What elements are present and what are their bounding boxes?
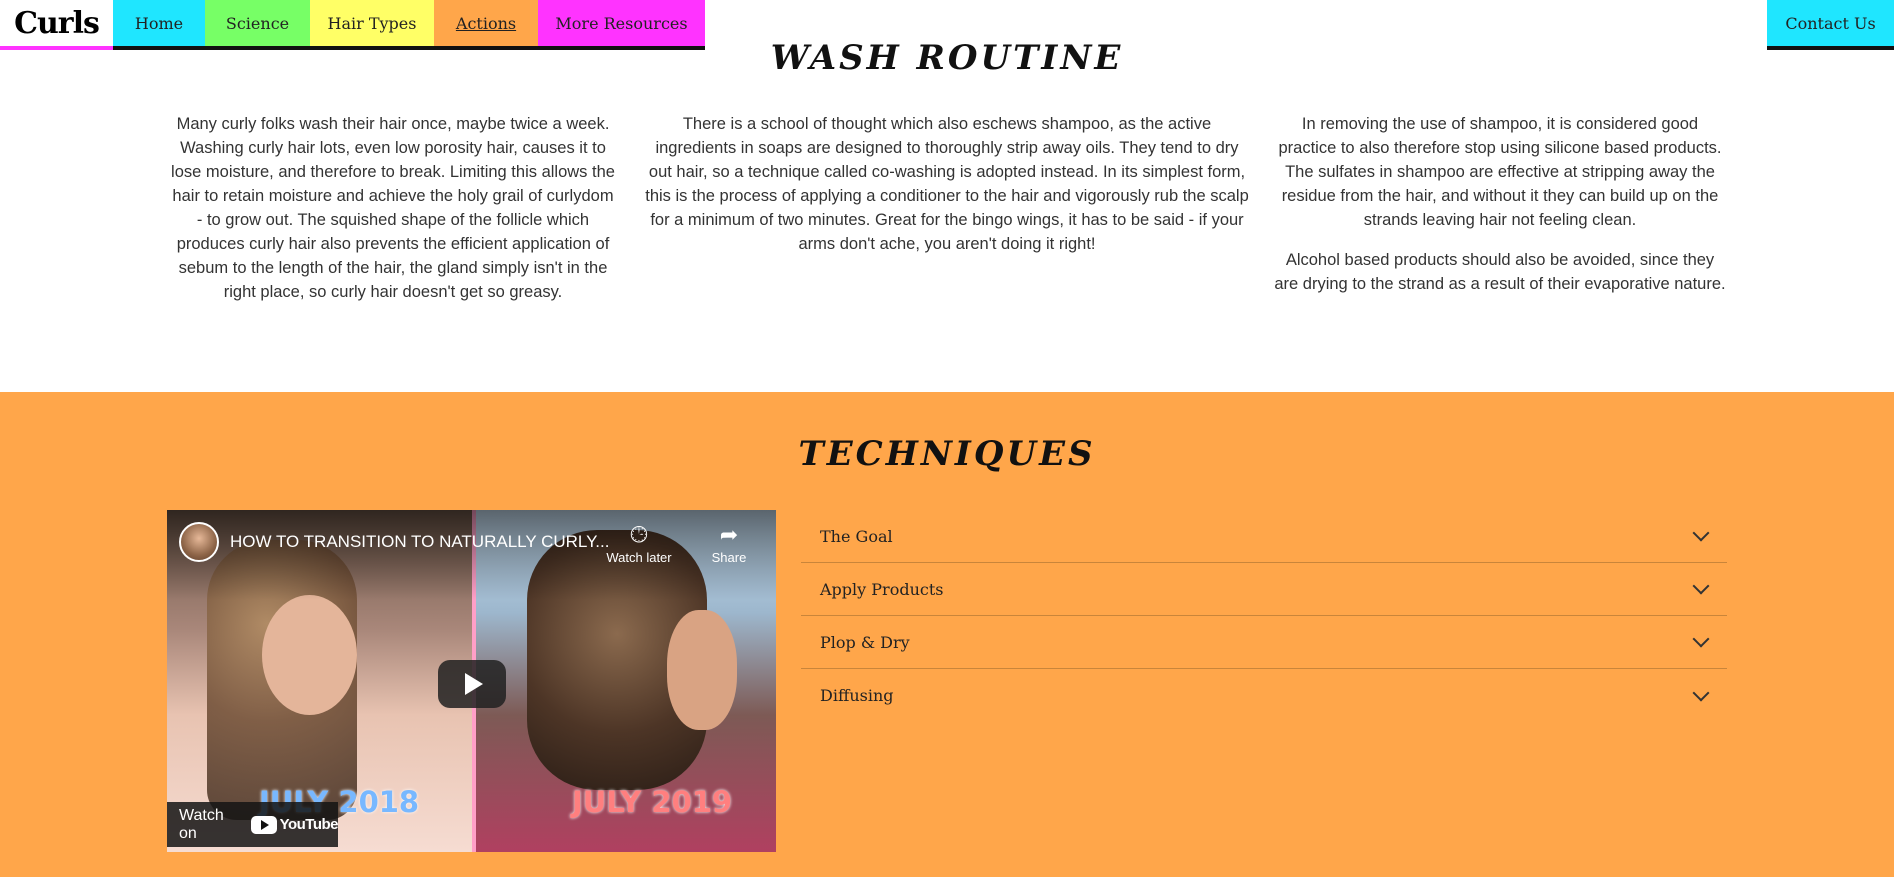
chevron-down-icon (1692, 577, 1710, 595)
wash-column-2-text: There is a school of thought which also … (645, 115, 1249, 253)
nav-item-hair-types[interactable]: Hair Types (310, 0, 434, 50)
wash-routine-section: WASH ROUTINE Many curly folks wash their… (0, 0, 1894, 392)
nav-item-label: Hair Types (327, 13, 417, 33)
play-button[interactable] (438, 660, 506, 708)
nav-item-label: Home (134, 13, 184, 33)
watch-later-label: Watch later (606, 550, 672, 565)
accordion-item-plop-dry[interactable]: Plop & Dry (801, 616, 1727, 669)
main-nav: Curls Home Science Hair Types Actions Mo… (0, 0, 705, 50)
techniques-accordion: The Goal Apply Products Plop & Dry Diffu… (801, 510, 1727, 722)
accordion-label: Diffusing (820, 686, 894, 705)
nav-item-label: Science (225, 13, 290, 33)
share-label: Share (711, 550, 747, 565)
brand-logo[interactable]: Curls (0, 0, 113, 50)
watch-later-button[interactable]: 🕒︎ Watch later (604, 522, 674, 565)
video-face-left (262, 595, 357, 715)
wash-column-1-text: Many curly folks wash their hair once, m… (171, 115, 615, 301)
youtube-logo: YouTube (250, 815, 339, 834)
wash-column-3-text-1: In removing the use of shampoo, it is co… (1278, 115, 1722, 229)
youtube-wordmark: YouTube (279, 816, 339, 833)
nav-item-actions[interactable]: Actions (434, 0, 538, 50)
accordion-label: Plop & Dry (820, 632, 910, 652)
nav-item-science[interactable]: Science (205, 0, 310, 50)
share-button[interactable]: ➦ Share (694, 522, 764, 565)
video-face-right (667, 610, 737, 730)
share-arrow-icon: ➦ (719, 522, 739, 547)
video-title[interactable]: HOW TO TRANSITION TO NATURALLY CURLY... (230, 532, 609, 552)
nav-item-more-resources[interactable]: More Resources (538, 0, 705, 50)
chevron-down-icon (1692, 524, 1710, 542)
channel-avatar[interactable] (179, 522, 219, 562)
youtube-play-icon (250, 815, 277, 834)
wash-column-3: In removing the use of shampoo, it is co… (1272, 112, 1728, 296)
contact-us-link[interactable]: Contact Us (1767, 0, 1894, 50)
video-embed[interactable]: HOW TO TRANSITION TO NATURALLY CURLY... … (167, 510, 776, 852)
chevron-down-icon (1692, 630, 1710, 648)
wash-column-2: There is a school of thought which also … (645, 112, 1249, 256)
accordion-item-diffusing[interactable]: Diffusing (801, 669, 1727, 722)
clock-icon: 🕒︎ (630, 522, 648, 547)
wash-column-3-text-2: Alcohol based products should also be av… (1274, 251, 1726, 293)
nav-item-label: Actions (455, 13, 517, 33)
watch-on-youtube-button[interactable]: Watch on YouTube (167, 802, 339, 847)
watch-on-label: Watch on (179, 806, 224, 842)
video-top-shade (167, 510, 776, 600)
nav-item-label: More Resources (555, 13, 688, 33)
techniques-section: TECHNIQUES HOW TO TRANSITION TO NATURALL… (0, 392, 1894, 877)
year-label-right: JULY 2019 (572, 785, 733, 819)
accordion-item-apply-products[interactable]: Apply Products (801, 563, 1727, 616)
accordion-label: Apply Products (820, 579, 944, 599)
accordion-item-the-goal[interactable]: The Goal (801, 510, 1727, 563)
nav-item-home[interactable]: Home (113, 0, 205, 50)
chevron-down-icon (1692, 684, 1710, 701)
accordion-label: The Goal (820, 526, 893, 546)
techniques-title: TECHNIQUES (798, 434, 1096, 474)
wash-column-1: Many curly folks wash their hair once, m… (168, 112, 618, 304)
